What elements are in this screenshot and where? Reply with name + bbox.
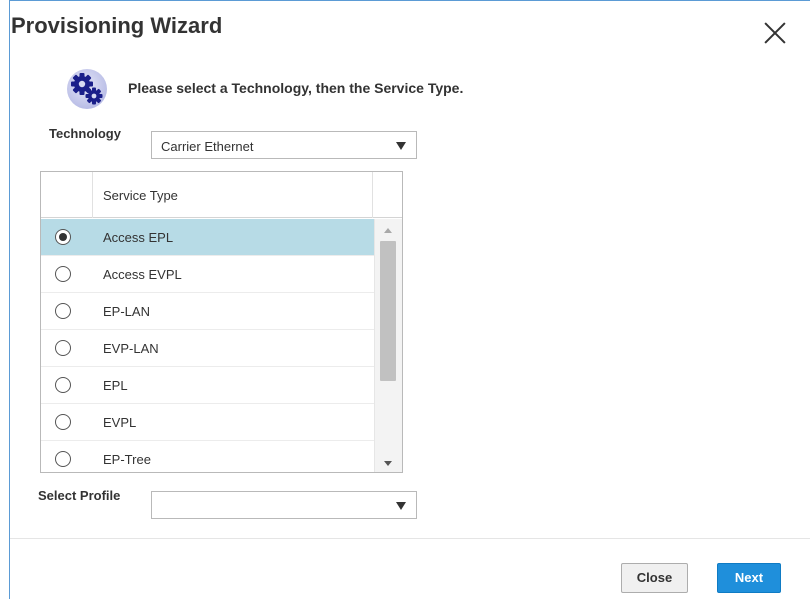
service-type-grid: Service Type Access EPL Access EVPL EP-L… bbox=[40, 171, 403, 473]
scroll-down-arrow-icon[interactable] bbox=[384, 461, 392, 466]
gears-icon bbox=[65, 67, 109, 111]
provisioning-wizard-dialog: Provisioning Wizard Please select a Tech… bbox=[9, 0, 810, 599]
profile-select[interactable] bbox=[151, 491, 417, 519]
grid-header: Service Type bbox=[41, 172, 402, 218]
vertical-scrollbar[interactable] bbox=[374, 219, 402, 472]
radio-button[interactable] bbox=[55, 303, 71, 319]
service-type-row[interactable]: EP-LAN bbox=[41, 293, 374, 330]
technology-value: Carrier Ethernet bbox=[161, 139, 254, 154]
radio-button[interactable] bbox=[55, 377, 71, 393]
service-type-row[interactable]: EPL bbox=[41, 367, 374, 404]
radio-button[interactable] bbox=[55, 340, 71, 356]
service-type-label: Access EPL bbox=[103, 230, 174, 245]
select-profile-label: Select Profile bbox=[38, 488, 121, 503]
service-type-label: EP-LAN bbox=[103, 304, 150, 319]
service-type-label: EVP-LAN bbox=[103, 341, 159, 356]
scrollbar-thumb[interactable] bbox=[380, 241, 396, 381]
instruction-text: Please select a Technology, then the Ser… bbox=[128, 80, 464, 96]
service-type-row[interactable]: EVPL bbox=[41, 404, 374, 441]
radio-button[interactable] bbox=[55, 229, 71, 245]
footer-divider bbox=[10, 538, 810, 539]
close-button[interactable]: Close bbox=[621, 563, 688, 593]
service-type-list: Access EPL Access EVPL EP-LAN EVP-LAN EP… bbox=[41, 219, 374, 472]
radio-button[interactable] bbox=[55, 451, 71, 467]
service-type-label: EVPL bbox=[103, 415, 137, 430]
service-type-label: EP-Tree bbox=[103, 452, 151, 467]
service-type-row[interactable]: EP-Tree bbox=[41, 441, 374, 472]
technology-label: Technology bbox=[49, 126, 121, 141]
service-type-column-header: Service Type bbox=[103, 188, 178, 203]
chevron-down-icon bbox=[396, 502, 406, 510]
service-type-row[interactable]: Access EVPL bbox=[41, 256, 374, 293]
service-type-label: Access EVPL bbox=[103, 267, 182, 282]
dialog-title: Provisioning Wizard bbox=[11, 13, 223, 38]
service-type-label: EPL bbox=[103, 378, 128, 393]
close-icon[interactable] bbox=[763, 21, 789, 47]
chevron-down-icon bbox=[396, 142, 406, 150]
service-type-row[interactable]: EVP-LAN bbox=[41, 330, 374, 367]
technology-select[interactable]: Carrier Ethernet bbox=[151, 131, 417, 159]
service-type-row[interactable]: Access EPL bbox=[41, 219, 374, 256]
radio-button[interactable] bbox=[55, 414, 71, 430]
radio-button[interactable] bbox=[55, 266, 71, 282]
scroll-column-header bbox=[372, 172, 402, 218]
scroll-up-arrow-icon[interactable] bbox=[384, 228, 392, 233]
radio-column-header bbox=[41, 172, 93, 218]
next-button[interactable]: Next bbox=[717, 563, 781, 593]
